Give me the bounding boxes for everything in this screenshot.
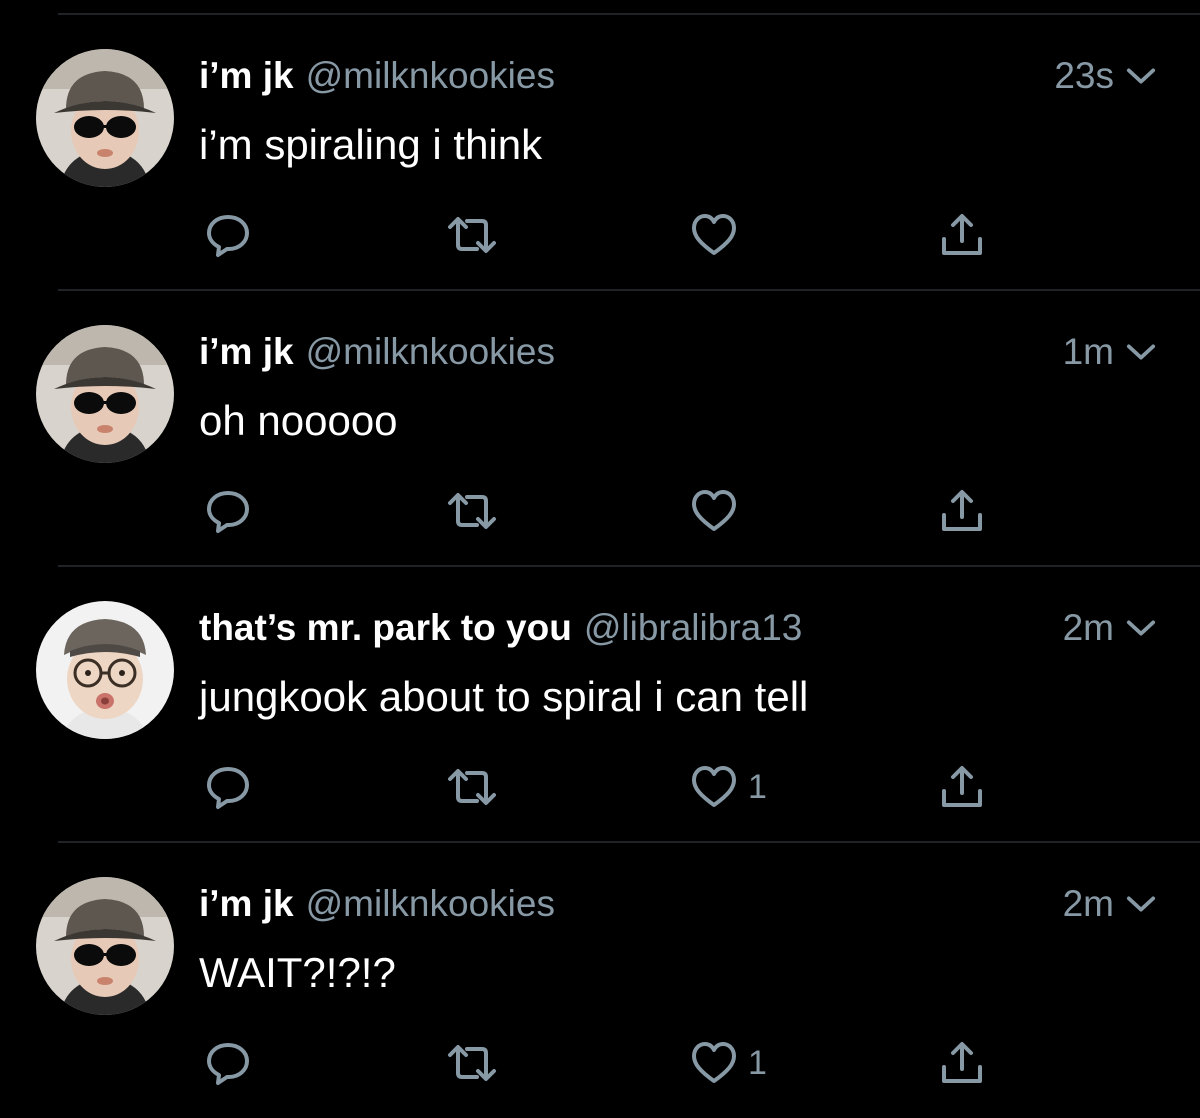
share-button[interactable] bbox=[938, 210, 986, 260]
like-button[interactable] bbox=[690, 486, 748, 536]
tweet-text: oh nooooo bbox=[199, 397, 398, 444]
share-icon bbox=[938, 487, 986, 535]
handle[interactable]: @libralibra13 bbox=[584, 607, 803, 648]
retweet-icon bbox=[444, 1039, 500, 1087]
share-icon bbox=[938, 211, 986, 259]
like-button[interactable]: 1 bbox=[690, 1038, 767, 1088]
tweet-header: i’m jk @milknkookies bbox=[199, 54, 555, 98]
handle[interactable]: @milknkookies bbox=[306, 883, 555, 924]
display-name[interactable]: i’m jk bbox=[199, 55, 294, 96]
tweet-actions: 1 bbox=[0, 1038, 1200, 1088]
handle[interactable]: @milknkookies bbox=[306, 331, 555, 372]
reply-icon bbox=[204, 487, 252, 535]
tweet[interactable]: i’m jk @milknkookies 23s i’m spiraling i … bbox=[0, 0, 1200, 276]
retweet-icon bbox=[444, 211, 500, 259]
reply-button[interactable] bbox=[204, 210, 252, 260]
retweet-icon bbox=[444, 487, 500, 535]
chevron-down-icon[interactable] bbox=[1126, 66, 1156, 86]
avatar[interactable] bbox=[36, 325, 174, 463]
share-icon bbox=[938, 763, 986, 811]
reply-icon bbox=[204, 211, 252, 259]
tweet-meta: 23s bbox=[1054, 54, 1156, 98]
share-button[interactable] bbox=[938, 486, 986, 536]
reply-button[interactable] bbox=[204, 486, 252, 536]
heart-icon bbox=[690, 1039, 738, 1087]
share-icon bbox=[938, 1039, 986, 1087]
tweet-header: i’m jk @milknkookies bbox=[199, 330, 555, 374]
reply-icon bbox=[204, 763, 252, 811]
timestamp[interactable]: 1m bbox=[1063, 330, 1114, 374]
share-button[interactable] bbox=[938, 762, 986, 812]
tweet-meta: 2m bbox=[1063, 606, 1156, 650]
like-count: 1 bbox=[748, 1043, 767, 1082]
retweet-button[interactable] bbox=[444, 210, 500, 260]
chevron-down-icon[interactable] bbox=[1126, 894, 1156, 914]
retweet-button[interactable] bbox=[444, 1038, 500, 1088]
tweet-text: WAIT?!?!? bbox=[199, 949, 396, 996]
reply-button[interactable] bbox=[204, 762, 252, 812]
heart-icon bbox=[690, 763, 738, 811]
tweet-header: that’s mr. park to you @libralibra13 bbox=[199, 606, 802, 650]
retweet-button[interactable] bbox=[444, 486, 500, 536]
retweet-icon bbox=[444, 763, 500, 811]
like-button[interactable]: 1 bbox=[690, 762, 767, 812]
avatar[interactable] bbox=[36, 877, 174, 1015]
tweet[interactable]: i’m jk @milknkookies 2m WAIT?!?!? 1 bbox=[0, 828, 1200, 1104]
tweet[interactable]: that’s mr. park to you @libralibra13 2m j… bbox=[0, 552, 1200, 828]
reply-button[interactable] bbox=[204, 1038, 252, 1088]
tweet-meta: 1m bbox=[1063, 330, 1156, 374]
heart-icon bbox=[690, 487, 738, 535]
display-name[interactable]: i’m jk bbox=[199, 883, 294, 924]
handle[interactable]: @milknkookies bbox=[306, 55, 555, 96]
like-count: 1 bbox=[748, 767, 767, 806]
tweet[interactable]: i’m jk @milknkookies 1m oh nooooo bbox=[0, 276, 1200, 552]
reply-icon bbox=[204, 1039, 252, 1087]
timestamp[interactable]: 2m bbox=[1063, 606, 1114, 650]
chevron-down-icon[interactable] bbox=[1126, 342, 1156, 362]
share-button[interactable] bbox=[938, 1038, 986, 1088]
retweet-button[interactable] bbox=[444, 762, 500, 812]
heart-icon bbox=[690, 211, 738, 259]
display-name[interactable]: that’s mr. park to you bbox=[199, 607, 572, 648]
avatar[interactable] bbox=[36, 601, 174, 739]
tweet-actions: 1 bbox=[0, 762, 1200, 812]
display-name[interactable]: i’m jk bbox=[199, 331, 294, 372]
timestamp[interactable]: 2m bbox=[1063, 882, 1114, 926]
timestamp[interactable]: 23s bbox=[1054, 54, 1114, 98]
like-button[interactable] bbox=[690, 210, 748, 260]
tweet-text: i’m spiraling i think bbox=[199, 121, 543, 168]
avatar[interactable] bbox=[36, 49, 174, 187]
chevron-down-icon[interactable] bbox=[1126, 618, 1156, 638]
tweet-meta: 2m bbox=[1063, 882, 1156, 926]
tweet-header: i’m jk @milknkookies bbox=[199, 882, 555, 926]
tweet-actions bbox=[0, 210, 1200, 260]
timeline: i’m jk @milknkookies 23s i’m spiraling i … bbox=[0, 0, 1200, 1118]
tweet-actions bbox=[0, 486, 1200, 536]
tweet-text: jungkook about to spiral i can tell bbox=[199, 673, 809, 720]
